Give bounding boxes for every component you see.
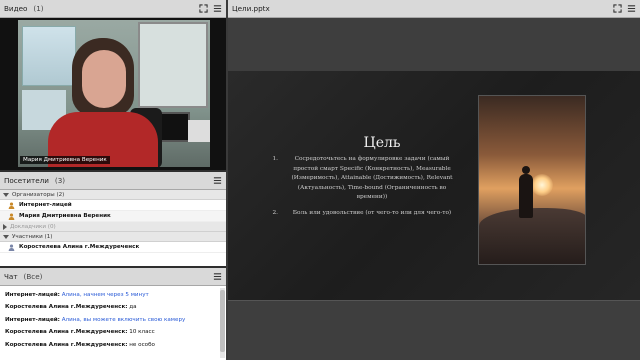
presentation-slide[interactable]: Цель 1. Сосредоточьтесь на формулировке … (228, 71, 640, 300)
pod-menu-icon[interactable] (212, 4, 222, 14)
attendee-name: Коростелева Алина г.Междуреченск (19, 244, 140, 250)
group-participants[interactable]: Участники (1) (0, 232, 226, 242)
fullscreen-icon[interactable] (198, 4, 208, 14)
pod-menu-icon[interactable] (212, 272, 222, 282)
chat-message: Коростелева Алина г.Междуреченск: да (5, 301, 213, 313)
host-person-icon (8, 202, 15, 209)
group-label: Докладчики (0) (10, 223, 56, 230)
expand-triangle-icon (3, 192, 9, 197)
share-pod-header: Цели.pptx (228, 0, 640, 18)
attendee-name: Мария Дмитриевна Вереник (19, 213, 111, 219)
video-pod-count: (1) (33, 4, 44, 13)
chat-sender: Коростелева Алина г.Междуреченск: (5, 329, 128, 336)
attendees-pod-title: Посетители (4, 176, 49, 185)
chat-text: Алина, начнем через 5 минут (61, 292, 149, 298)
attendee-name: Интернет-лицей (19, 202, 72, 208)
chat-sender: Интернет-лицей: (5, 316, 60, 323)
slide-list-item: 1. Сосредоточьтесь на формулировке задач… (264, 155, 460, 203)
share-stage-top (228, 18, 640, 71)
pod-menu-icon[interactable] (626, 4, 636, 14)
left-column: Видео (1) Мария Дмитриевна Вереник Посет… (0, 0, 226, 360)
chat-message: Коростелева Алина г.Междуреченск: не осо… (5, 339, 213, 351)
host-person-icon (8, 213, 15, 220)
group-presenters[interactable]: Докладчики (0) (0, 222, 226, 232)
attendees-list: Организаторы (2) Интернет-лицей Мария Дм… (0, 190, 226, 266)
chat-message: Коростелева Алина г.Междуреченск: 10 кла… (5, 326, 213, 338)
attendee-row[interactable]: Мария Дмитриевна Вереник (0, 211, 226, 222)
video-pod: Видео (1) Мария Дмитриевна Вереник (0, 0, 226, 170)
meeting-room: Видео (1) Мария Дмитриевна Вереник Посет… (0, 0, 640, 360)
chat-text: 10 класс (129, 329, 155, 336)
group-label: Организаторы (2) (12, 191, 65, 198)
share-stage-bottom (228, 300, 640, 360)
slide-item-number: 1. (272, 156, 278, 162)
slide-list-item: 2. Боль или удовольствие (от чего-то или… (264, 209, 460, 219)
attendees-pod-count: (3) (54, 176, 66, 185)
chat-scope[interactable]: (Все) (24, 272, 43, 281)
chat-scrollbar[interactable] (220, 288, 225, 358)
video-speaker-name: Мария Дмитриевна Вереник (20, 156, 110, 164)
group-hosts[interactable]: Организаторы (2) (0, 190, 226, 200)
participant-person-icon (8, 244, 15, 251)
video-feed[interactable]: Мария Дмитриевна Вереник (18, 20, 210, 167)
chat-pod-header: Чат (Все) (0, 268, 226, 286)
share-pod: Цели.pptx Цель 1. Сосредоточьтесь на фор… (228, 0, 640, 360)
slide-list: 1. Сосредоточьтесь на формулировке задач… (264, 155, 460, 225)
fullscreen-icon[interactable] (612, 4, 622, 14)
slide-item-text: Боль или удовольствие (от чего-то или дл… (292, 209, 452, 216)
video-pod-title: Видео (4, 4, 28, 13)
chat-text: Алина, вы можете включить свою камеру (61, 316, 186, 323)
chat-text: не особо (129, 341, 155, 348)
share-pod-title: Цели.pptx (232, 4, 270, 13)
group-label: Участники (1) (12, 233, 53, 240)
chat-text: да (129, 304, 137, 311)
attendee-row[interactable]: Интернет-лицей (0, 200, 226, 211)
chat-sender: Коростелева Алина г.Междуреченск: (5, 341, 128, 348)
attendees-pod: Посетители (3) Организаторы (2) Интернет… (0, 172, 226, 266)
chat-pod-title: Чат (4, 272, 18, 281)
slide-item-text: Сосредоточьтесь на формулировке задачи (… (291, 156, 453, 201)
video-pod-header: Видео (1) (0, 0, 226, 18)
chat-sender: Коростелева Алина г.Междуреченск: (5, 304, 128, 311)
chat-message: Интернет-лицей: Алина, начнем через 5 ми… (5, 289, 213, 301)
attendees-pod-header: Посетители (3) (0, 172, 226, 190)
slide-photo (478, 95, 586, 265)
pod-menu-icon[interactable] (212, 176, 222, 186)
collapse-triangle-icon (3, 223, 7, 230)
expand-triangle-icon (3, 234, 9, 239)
chat-messages: Интернет-лицей: Алина, начнем через 5 ми… (0, 286, 218, 360)
slide-item-number: 2. (272, 209, 278, 216)
chat-scrollbar-thumb[interactable] (220, 290, 225, 352)
attendee-row[interactable]: Коростелева Алина г.Междуреченск (0, 242, 226, 253)
chat-pod: Чат (Все) Интернет-лицей: Алина, начнем … (0, 268, 226, 360)
chat-sender: Интернет-лицей: (5, 292, 60, 298)
chat-message: Интернет-лицей: Алина, вы можете включит… (5, 314, 213, 326)
slide-title: Цель (363, 135, 401, 151)
